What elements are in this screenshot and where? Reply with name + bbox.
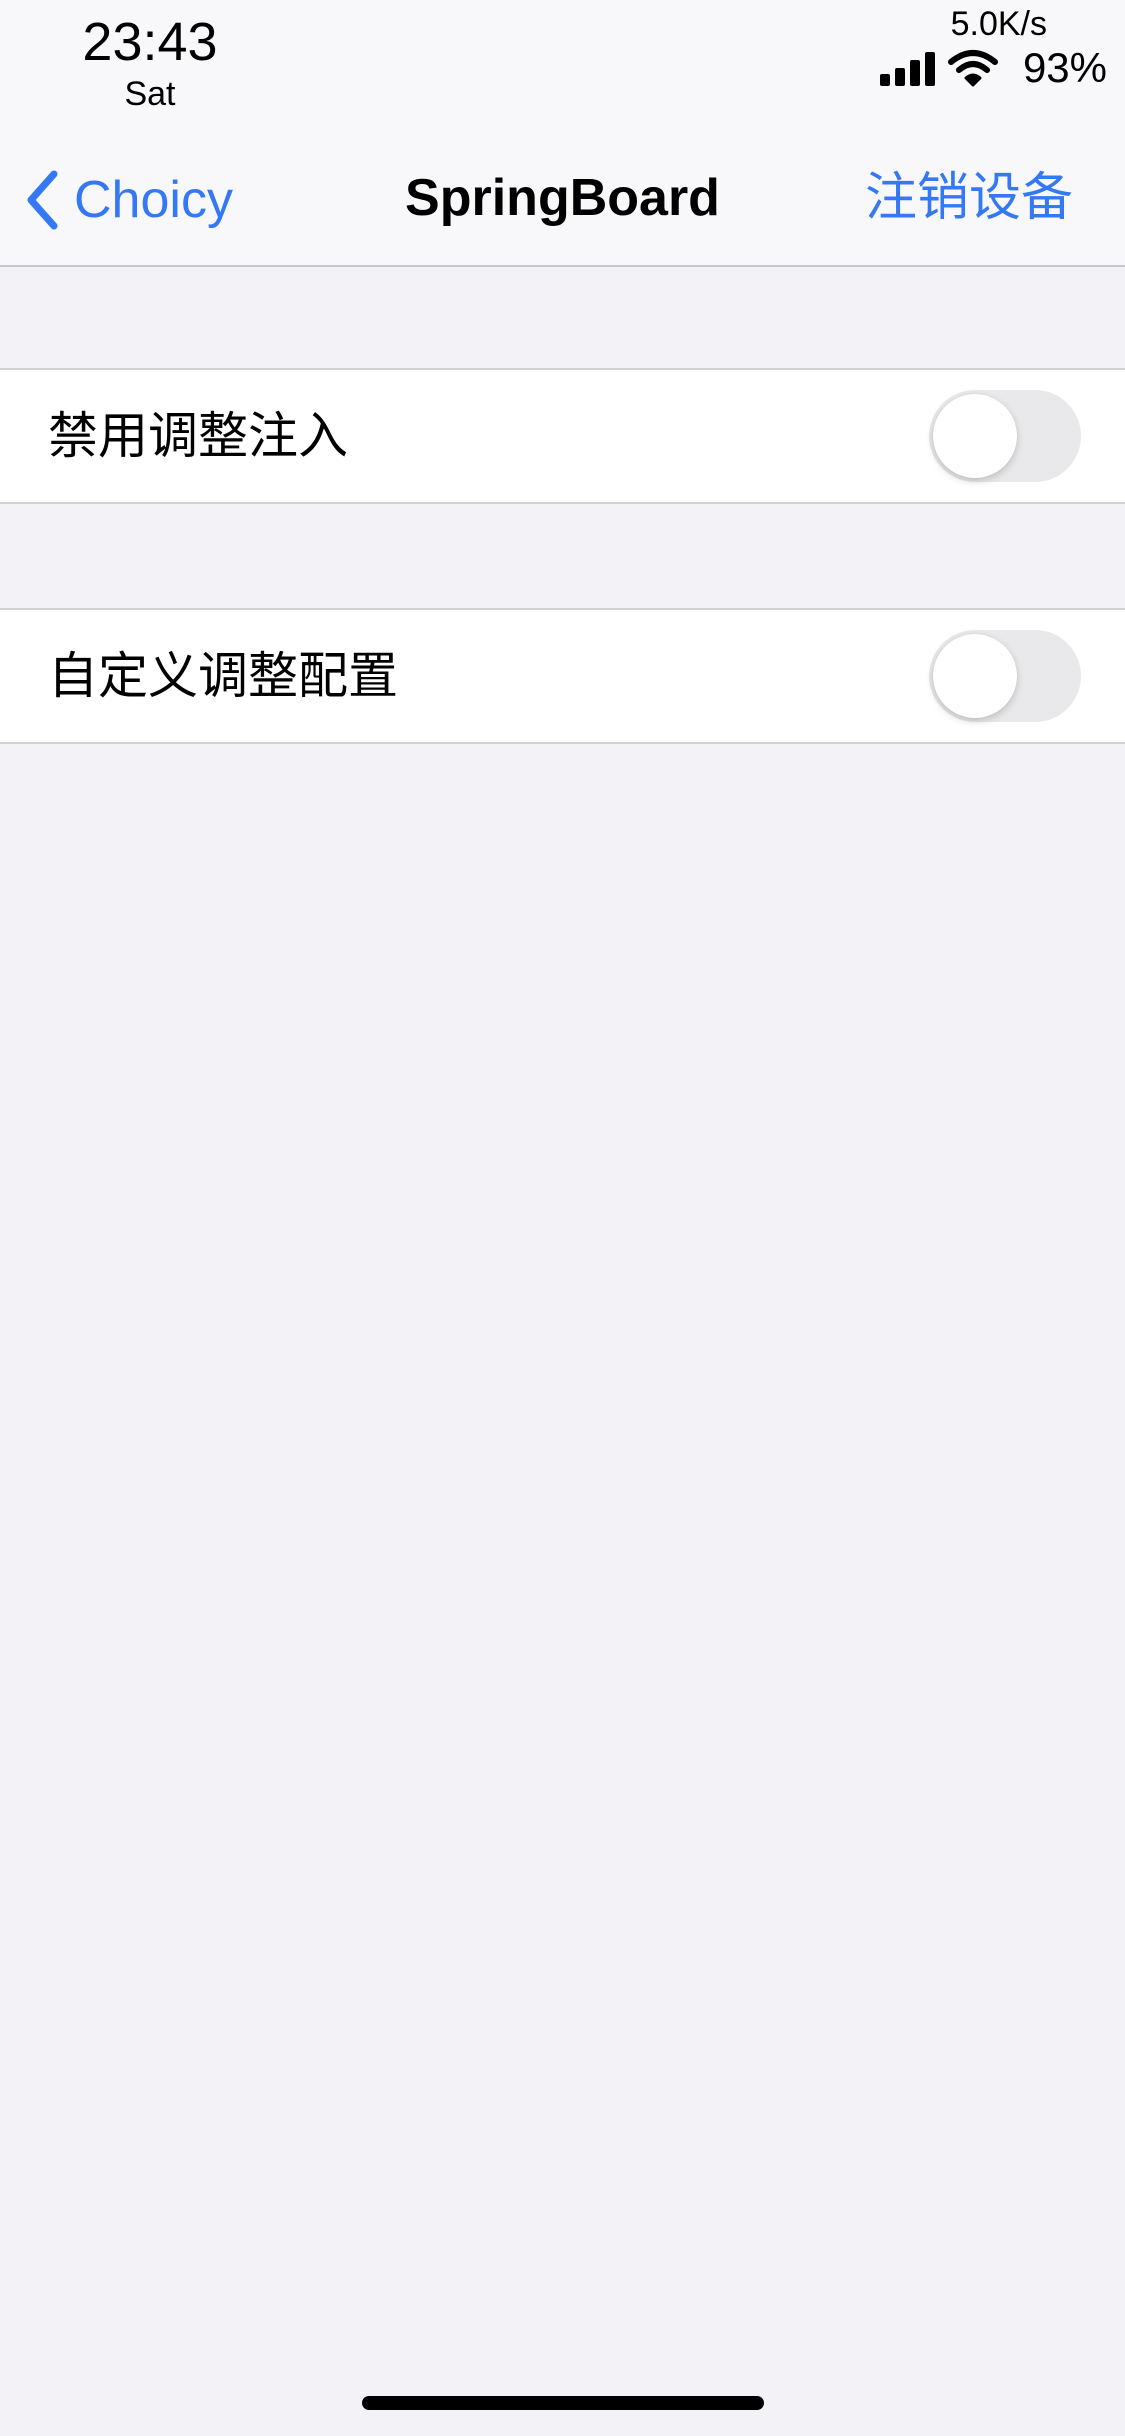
setting-label: 禁用调整注入 xyxy=(48,408,348,464)
toggle-knob xyxy=(933,394,1017,478)
back-button[interactable]: Choicy xyxy=(24,160,233,240)
status-time: 23:43 xyxy=(82,12,218,72)
disable-tweak-injection-toggle[interactable] xyxy=(929,390,1081,482)
toggle-knob xyxy=(933,634,1017,718)
custom-tweak-config-toggle[interactable] xyxy=(929,630,1081,722)
network-speed: 5.0K/s xyxy=(950,5,1047,43)
chevron-left-icon xyxy=(27,170,58,230)
setting-label: 自定义调整配置 xyxy=(48,648,398,704)
home-indicator[interactable] xyxy=(362,2396,764,2410)
battery-percentage: 93% xyxy=(1022,44,1107,91)
setting-row-custom-tweak-config: 自定义调整配置 xyxy=(0,608,1125,744)
wifi-icon xyxy=(948,50,998,87)
top-bar: 23:43 Sat 5.0K/s 93% Choicy SpringBoard … xyxy=(0,0,1125,267)
logout-device-button[interactable]: 注销设备 xyxy=(865,168,1073,228)
signal-icon xyxy=(880,52,936,86)
back-button-label: Choicy xyxy=(74,171,233,229)
page-title: SpringBoard xyxy=(405,169,720,227)
status-day: Sat xyxy=(124,75,176,113)
setting-row-disable-tweak-injection: 禁用调整注入 xyxy=(0,368,1125,504)
